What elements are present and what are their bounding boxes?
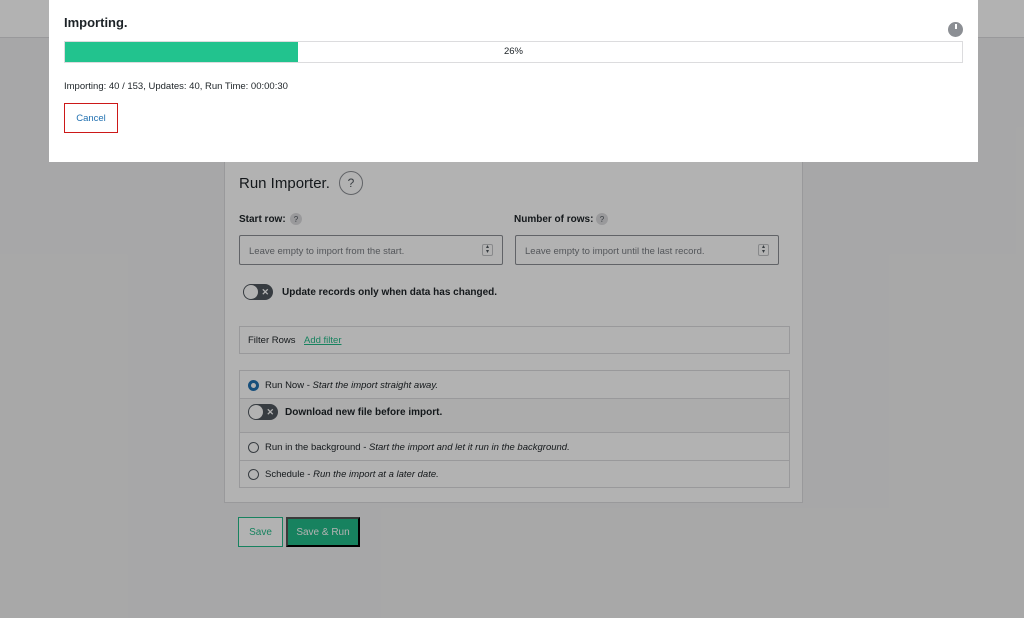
cancel-button[interactable]: Cancel [64, 103, 118, 133]
import-progress-bar: 26% [64, 41, 963, 63]
progress-percent-text: 26% [503, 46, 523, 57]
importing-modal: Importing. 26% Importing: 40 / 153, Upda… [49, 0, 978, 162]
import-status-text: Importing: 40 / 153, Updates: 40, Run Ti… [64, 81, 288, 92]
modal-title: Importing. [64, 15, 128, 30]
close-icon[interactable] [948, 22, 963, 37]
